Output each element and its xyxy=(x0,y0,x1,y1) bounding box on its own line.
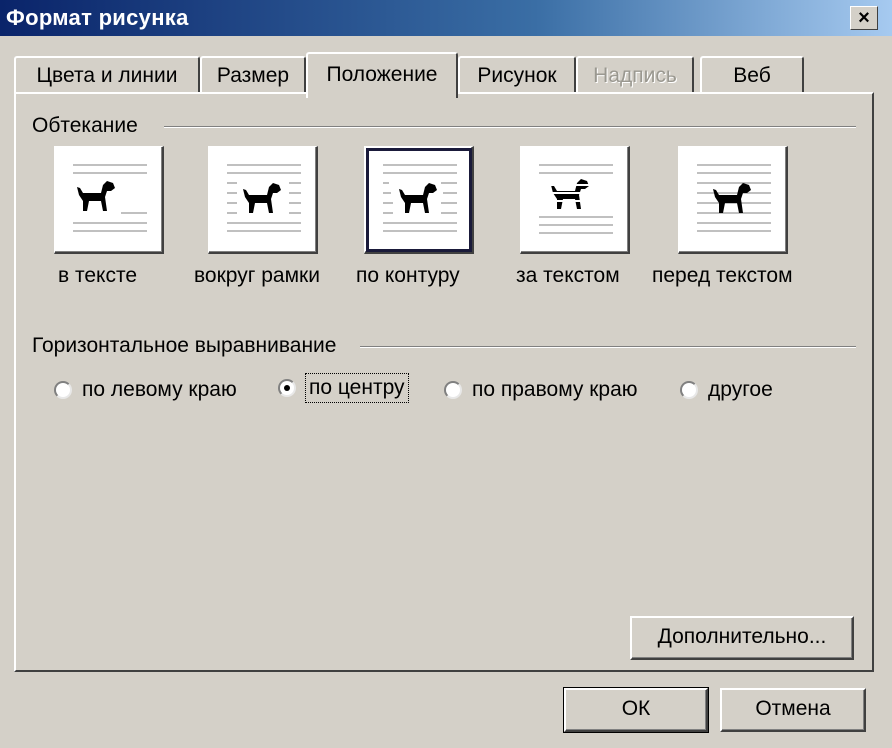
advanced-button[interactable]: Дополнительно... xyxy=(630,616,854,660)
wrap-option-label: вокруг рамки xyxy=(194,264,320,287)
wrapping-group-label: Обтекание xyxy=(32,114,144,138)
alignment-group-label: Горизонтальное выравнивание xyxy=(32,334,343,358)
wrap-inline-icon xyxy=(54,146,164,254)
wrap-option-label: по контуру xyxy=(356,264,460,287)
radio-label: по центру xyxy=(305,373,409,403)
tab-position[interactable]: Положение xyxy=(306,52,458,98)
radio-label: по левому краю xyxy=(82,378,237,401)
tab-colors-and-lines[interactable]: Цвета и линии xyxy=(14,56,200,94)
title-bar: Формат рисунка × xyxy=(0,0,892,36)
tab-size[interactable]: Размер xyxy=(200,56,306,94)
wrapping-group-divider xyxy=(164,126,856,128)
radio-align-center[interactable]: по центру xyxy=(278,373,409,403)
tab-picture[interactable]: Рисунок xyxy=(458,56,576,94)
wrap-in-front-of-text-icon xyxy=(678,146,788,254)
position-tab-panel: Обтекание в тексте вокруг рамки по конту… xyxy=(14,92,874,672)
wrap-square-icon xyxy=(208,146,318,254)
wrap-option-square[interactable]: вокруг рамки xyxy=(194,146,368,296)
wrap-tight-icon xyxy=(364,146,474,254)
wrap-option-label: за текстом xyxy=(516,264,620,287)
radio-circle-checked xyxy=(278,379,296,397)
wrap-behind-text-icon xyxy=(520,146,630,254)
tab-web[interactable]: Веб xyxy=(700,56,804,94)
tab-text-box: Надпись xyxy=(576,56,694,94)
radio-circle xyxy=(444,381,462,399)
radio-circle xyxy=(680,381,698,399)
wrap-option-tight[interactable]: по контуру xyxy=(356,146,524,296)
radio-align-right[interactable]: по правому краю xyxy=(444,378,638,402)
wrap-option-inline[interactable]: в тексте xyxy=(54,146,214,296)
cancel-button[interactable]: Отмена xyxy=(720,688,866,732)
alignment-group-divider xyxy=(360,346,856,348)
window-title: Формат рисунка xyxy=(6,5,189,30)
ok-button[interactable]: ОК xyxy=(563,687,709,733)
wrap-option-in-front-of-text[interactable]: перед текстом xyxy=(652,146,838,296)
wrap-option-label: в тексте xyxy=(58,264,138,287)
radio-align-left[interactable]: по левому краю xyxy=(54,378,237,402)
radio-circle xyxy=(54,381,72,399)
wrap-option-label: перед текстом xyxy=(652,264,793,287)
radio-label: другое xyxy=(708,378,773,401)
radio-label: по правому краю xyxy=(472,378,638,401)
close-icon: × xyxy=(858,7,870,29)
radio-align-other[interactable]: другое xyxy=(680,378,773,402)
close-button[interactable]: × xyxy=(850,6,878,30)
